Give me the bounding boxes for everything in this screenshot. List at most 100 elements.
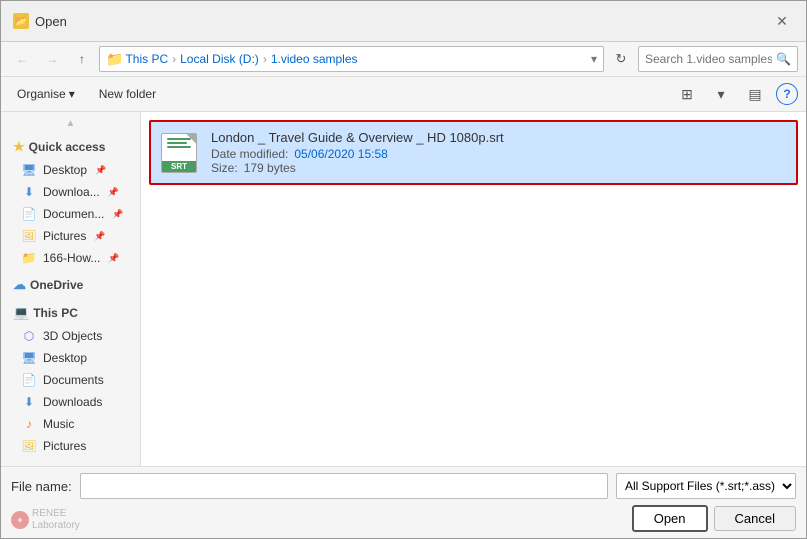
sidebar-item-documents-pc[interactable]: 📄 Documents (1, 369, 140, 391)
sidebar-item-downloads-pc[interactable]: ⬇ Downloads (1, 391, 140, 413)
sidebar-item-pictures[interactable]: 🖼 Pictures 📌 (1, 225, 140, 247)
sidebar-item-166how-label: 166-How... (43, 251, 100, 265)
organise-arrow-icon: ▾ (69, 87, 75, 101)
filetype-select[interactable]: All Support Files (*.srt;*.ass) (616, 473, 796, 499)
search-input[interactable] (645, 52, 772, 66)
organise-label: Organise (17, 87, 66, 101)
size-value: 179 bytes (244, 161, 296, 175)
file-meta: Date modified: 05/06/2020 15:58 (211, 147, 786, 161)
view-options-icon: ▾ (717, 86, 724, 103)
sidebar-item-desktop[interactable]: 🖥 Desktop 📌 (1, 159, 140, 181)
3dobjects-icon: ⬡ (21, 328, 37, 344)
toolbar: Organise ▾ New folder ⊞ ▾ ▤ ? (1, 77, 806, 112)
file-icon-container: SRT (161, 133, 201, 173)
breadcrumb-part-localdisk[interactable]: Local Disk (D:) (180, 52, 259, 66)
search-box[interactable]: 🔍 (638, 46, 798, 72)
file-size-row: Size: 179 bytes (211, 161, 786, 175)
file-details: London _ Travel Guide & Overview _ HD 10… (211, 130, 786, 175)
forward-button[interactable]: → (39, 46, 65, 72)
thispc-label: This PC (33, 306, 78, 320)
nav-bar: ← → ↑ 📁 This PC › Local Disk (D:) › 1.vi… (1, 42, 806, 77)
quick-access-section: ★ Quick access (1, 131, 140, 159)
sidebar-item-downloads-label: Downloa... (43, 185, 100, 199)
pane-icon: ▤ (748, 86, 761, 103)
thispc-icon: 💻 (13, 305, 29, 321)
help-button[interactable]: ? (776, 83, 798, 105)
breadcrumb-part-folder-icon: 📁 (106, 51, 123, 68)
back-button[interactable]: ← (9, 46, 35, 72)
breadcrumb-separator-2: › (263, 52, 267, 66)
cancel-button[interactable]: Cancel (714, 506, 796, 531)
up-button[interactable]: ↑ (69, 46, 95, 72)
view-icon-button[interactable]: ⊞ (674, 81, 700, 107)
bottom-bar: File name: All Support Files (*.srt;*.as… (1, 466, 806, 538)
filename-row: File name: All Support Files (*.srt;*.as… (11, 473, 796, 499)
watermark: + RENEE Laboratory (11, 508, 80, 532)
new-folder-button[interactable]: New folder (91, 84, 164, 104)
sidebar-item-desktop-pc-label: Desktop (43, 351, 87, 365)
onedrive-label: OneDrive (30, 278, 83, 292)
filename-label: File name: (11, 479, 72, 494)
open-dialog: 📂 Open ✕ ← → ↑ 📁 This PC › Local Disk (D… (0, 0, 807, 539)
search-icon: 🔍 (776, 52, 791, 66)
watermark-brand: RENEE (32, 508, 80, 520)
breadcrumb[interactable]: 📁 This PC › Local Disk (D:) › 1.video sa… (99, 46, 604, 72)
help-icon: ? (783, 87, 790, 101)
onedrive-icon: ☁ (13, 277, 26, 293)
sidebar-item-documents-label: Documen... (43, 207, 104, 221)
view-options-button[interactable]: ▾ (708, 81, 734, 107)
sidebar-item-desktop-pc[interactable]: 🖥 Desktop (1, 347, 140, 369)
new-folder-label: New folder (99, 87, 156, 101)
file-icon-line-1 (167, 138, 191, 140)
sidebar-item-166how[interactable]: 📁 166-How... 📌 (1, 247, 140, 269)
documents-pin-icon: 📌 (112, 209, 123, 220)
organise-button[interactable]: Organise ▾ (9, 84, 83, 104)
title-bar-left: 📂 Open (13, 13, 67, 29)
filename-input[interactable] (80, 473, 608, 499)
breadcrumb-separator-1: › (172, 52, 176, 66)
refresh-button[interactable]: ↻ (608, 46, 634, 72)
sidebar-item-desktop-label: Desktop (43, 163, 87, 177)
sidebar-item-pictures-pc-label: Pictures (43, 439, 86, 453)
quick-access-label: Quick access (29, 140, 106, 154)
breadcrumb-dropdown[interactable]: ▾ (591, 52, 597, 66)
close-button[interactable]: ✕ (770, 9, 794, 33)
breadcrumb-part-videosamples[interactable]: 1.video samples (271, 52, 358, 66)
pictures-pc-icon: 🖼 (21, 438, 37, 454)
date-modified-value: 05/06/2020 15:58 (294, 147, 387, 161)
action-row: + RENEE Laboratory Open Cancel (11, 505, 796, 532)
166how-pin-icon: 📌 (108, 253, 119, 264)
downloads-icon: ⬇ (21, 184, 37, 200)
pane-button[interactable]: ▤ (742, 81, 768, 107)
open-button[interactable]: Open (632, 505, 708, 532)
breadcrumb-part-thispc[interactable]: This PC (125, 52, 168, 66)
file-name: London _ Travel Guide & Overview _ HD 10… (211, 130, 786, 145)
srt-label: SRT (162, 161, 196, 172)
file-icon-lines (167, 138, 191, 150)
watermark-sub: Laboratory (32, 520, 80, 532)
sidebar-item-documents[interactable]: 📄 Documen... 📌 (1, 203, 140, 225)
music-icon: ♪ (21, 416, 37, 432)
sidebar-item-pictures-label: Pictures (43, 229, 86, 243)
main-content: ▲ ★ Quick access 🖥 Desktop 📌 ⬇ Downloa..… (1, 112, 806, 466)
sidebar-item-music-label: Music (43, 417, 74, 431)
folder-166-icon: 📁 (21, 250, 37, 266)
thispc-section: 💻 This PC (1, 297, 140, 325)
sidebar-item-3dobjects-label: 3D Objects (43, 329, 102, 343)
quick-access-icon: ★ (13, 139, 25, 155)
desktop-icon: 🖥 (21, 162, 37, 178)
sidebar-item-3dobjects[interactable]: ⬡ 3D Objects (1, 325, 140, 347)
srt-file-icon: SRT (161, 133, 197, 173)
documents-icon: 📄 (21, 206, 37, 222)
pictures-pin-icon: 📌 (94, 231, 105, 242)
watermark-text: RENEE Laboratory (32, 508, 80, 532)
downloads-pc-icon: ⬇ (21, 394, 37, 410)
file-item[interactable]: SRT London _ Travel Guide & Overview _ H… (149, 120, 798, 185)
date-modified-label: Date modified: (211, 147, 288, 161)
desktop-pc-icon: 🖥 (21, 350, 37, 366)
documents-pc-icon: 📄 (21, 372, 37, 388)
sidebar-item-music[interactable]: ♪ Music (1, 413, 140, 435)
size-label: Size: (211, 161, 238, 175)
sidebar-item-pictures-pc[interactable]: 🖼 Pictures (1, 435, 140, 457)
sidebar-item-downloads[interactable]: ⬇ Downloa... 📌 (1, 181, 140, 203)
